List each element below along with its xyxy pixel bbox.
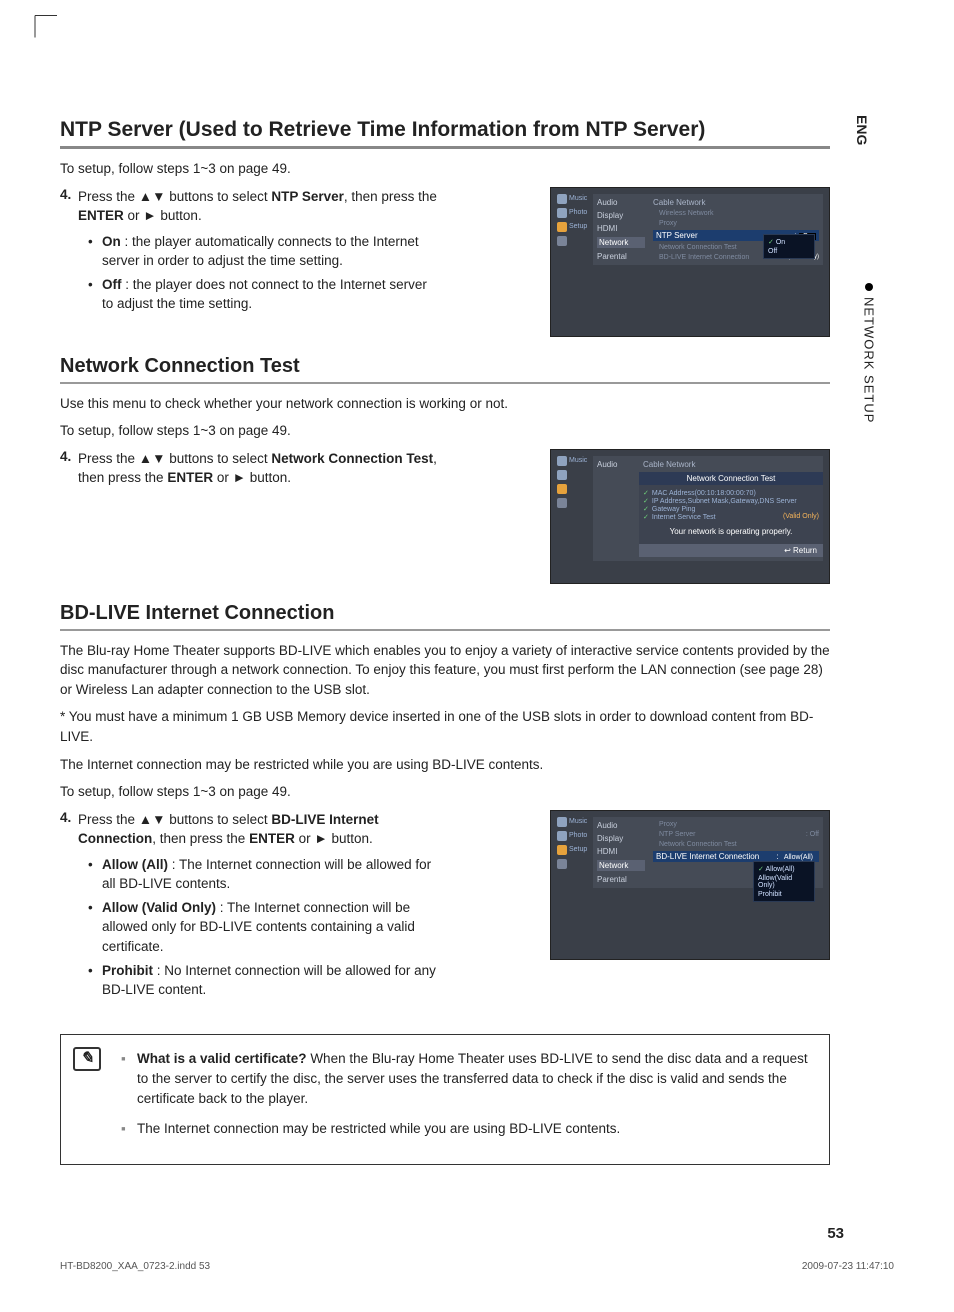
footer-datetime: 2009-07-23 11:47:10 [802, 1261, 894, 1272]
note-icon: ✎ [73, 1047, 101, 1071]
nct-p2: To setup, follow steps 1~3 on page 49. [60, 421, 830, 441]
bdlive-p1: The Blu-ray Home Theater supports BD-LIV… [60, 641, 830, 700]
bdlive-step-4: 4. Press the ▲▼ buttons to select BD-LIV… [60, 810, 440, 849]
photo-icon: Photo [557, 208, 593, 218]
ntp-off-bullet: • Off : the player does not connect to t… [88, 275, 440, 314]
ntp-screenshot: Music Photo Setup Audio Display HDMI Net… [550, 187, 830, 337]
music-icon: Music [557, 194, 593, 204]
setup-icon: Setup [557, 845, 593, 855]
ntp-dropdown: On Off [763, 234, 815, 259]
photo-icon: Photo [557, 831, 593, 841]
language-badge: ENG [854, 115, 870, 145]
setup-icon: Setup [557, 222, 593, 232]
setup-icon [557, 484, 593, 494]
allow-all-bullet: • Allow (All) : The Internet connection … [88, 855, 440, 894]
side-tab: ENG NETWORK SETUP [854, 115, 884, 424]
note-box: ✎ ▪ What is a valid certificate? When th… [60, 1034, 830, 1165]
music-icon: Music [557, 817, 593, 827]
extra-icon [557, 498, 593, 508]
ntp-on-bullet: • On : the player automatically connects… [88, 232, 440, 271]
nct-step-4: 4. Press the ▲▼ buttons to select Networ… [60, 449, 440, 488]
bdlive-heading: BD-LIVE Internet Connection [60, 602, 830, 631]
bdlive-p3: The Internet connection may be restricte… [60, 755, 830, 775]
page-number: 53 [827, 1225, 844, 1242]
nct-p1: Use this menu to check whether your netw… [60, 394, 830, 414]
page-content: NTP Server (Used to Retrieve Time Inform… [60, 100, 830, 1165]
bdlive-p4: To setup, follow steps 1~3 on page 49. [60, 782, 830, 802]
bdlive-dropdown: Allow(All) Allow(Valid Only) Prohibit [753, 861, 815, 902]
footer-file: HT-BD8200_XAA_0723-2.indd 53 [60, 1261, 210, 1272]
ntp-intro: To setup, follow steps 1~3 on page 49. [60, 159, 830, 179]
prohibit-bullet: • Prohibit : No Internet connection will… [88, 961, 440, 1000]
extra-icon [557, 859, 593, 869]
bdlive-screenshot: Music Photo Setup Audio Display HDMI Net… [550, 810, 830, 960]
nct-screenshot: Music Audio Cable Network Network Connec… [550, 449, 830, 584]
ntp-server-heading: NTP Server (Used to Retrieve Time Inform… [60, 118, 830, 149]
extra-icon [557, 236, 593, 246]
allow-valid-bullet: • Allow (Valid Only) : The Internet conn… [88, 898, 440, 957]
nct-heading: Network Connection Test [60, 355, 830, 384]
section-label: NETWORK SETUP [862, 297, 877, 423]
bullet-icon [865, 283, 873, 291]
music-icon: Music [557, 456, 593, 466]
bdlive-p2: * You must have a minimum 1 GB USB Memor… [60, 707, 830, 746]
photo-icon [557, 470, 593, 480]
ntp-step-4: 4. Press the ▲▼ buttons to select NTP Se… [60, 187, 440, 226]
